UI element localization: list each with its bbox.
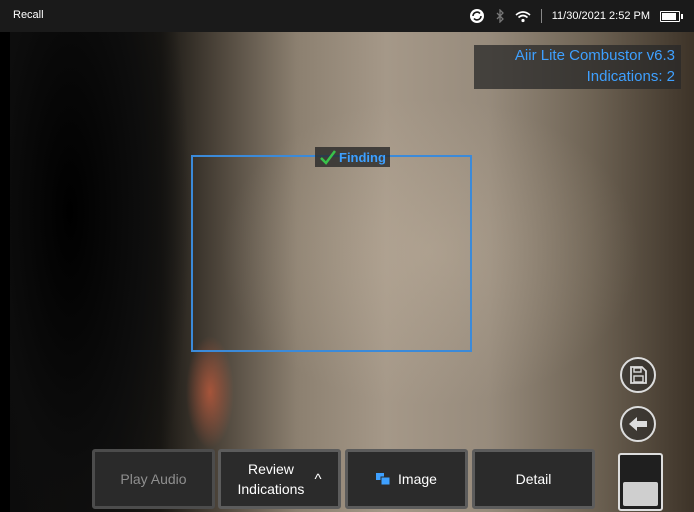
check-icon (320, 150, 336, 165)
back-button[interactable] (620, 406, 656, 442)
review-label-line1: Review (248, 461, 294, 477)
screen-title: Recall (13, 9, 44, 21)
play-audio-label: Play Audio (120, 471, 187, 487)
sync-icon (469, 9, 484, 23)
image-button[interactable]: Image (345, 449, 468, 509)
probe-info-overlay: Aiir Lite Combustor v6.3 Indications: 2 (474, 45, 681, 89)
save-icon (630, 366, 647, 384)
image-stack-icon (376, 473, 391, 485)
wifi-icon (515, 10, 531, 22)
probe-name: Aiir Lite Combustor v6.3 (514, 47, 675, 64)
arrow-left-icon (629, 417, 647, 431)
detail-button[interactable]: Detail (472, 449, 595, 509)
battery-icon (660, 10, 683, 22)
datetime: 11/30/2021 2:52 PM (551, 10, 650, 22)
status-bar: Recall 11/30/2021 2:52 PM (0, 0, 694, 32)
review-label-line2: Indications (237, 481, 305, 497)
detail-label: Detail (515, 471, 552, 487)
bluetooth-icon (496, 9, 504, 23)
status-icons: 11/30/2021 2:52 PM (469, 6, 683, 26)
chevron-up-icon: ^ (314, 470, 322, 488)
review-indications-button[interactable]: Review Indications ^ (218, 449, 341, 509)
finding-bounding-box[interactable] (191, 155, 472, 352)
save-button[interactable] (620, 357, 656, 393)
indications-count: Indications: 2 (586, 68, 675, 85)
play-audio-button[interactable]: Play Audio (92, 449, 215, 509)
view-toggle[interactable] (618, 453, 663, 511)
status-separator (540, 9, 542, 23)
finding-label-text: Finding (339, 149, 386, 165)
finding-label[interactable]: Finding (315, 147, 390, 167)
toggle-knob (623, 482, 658, 506)
image-label: Image (398, 471, 437, 487)
